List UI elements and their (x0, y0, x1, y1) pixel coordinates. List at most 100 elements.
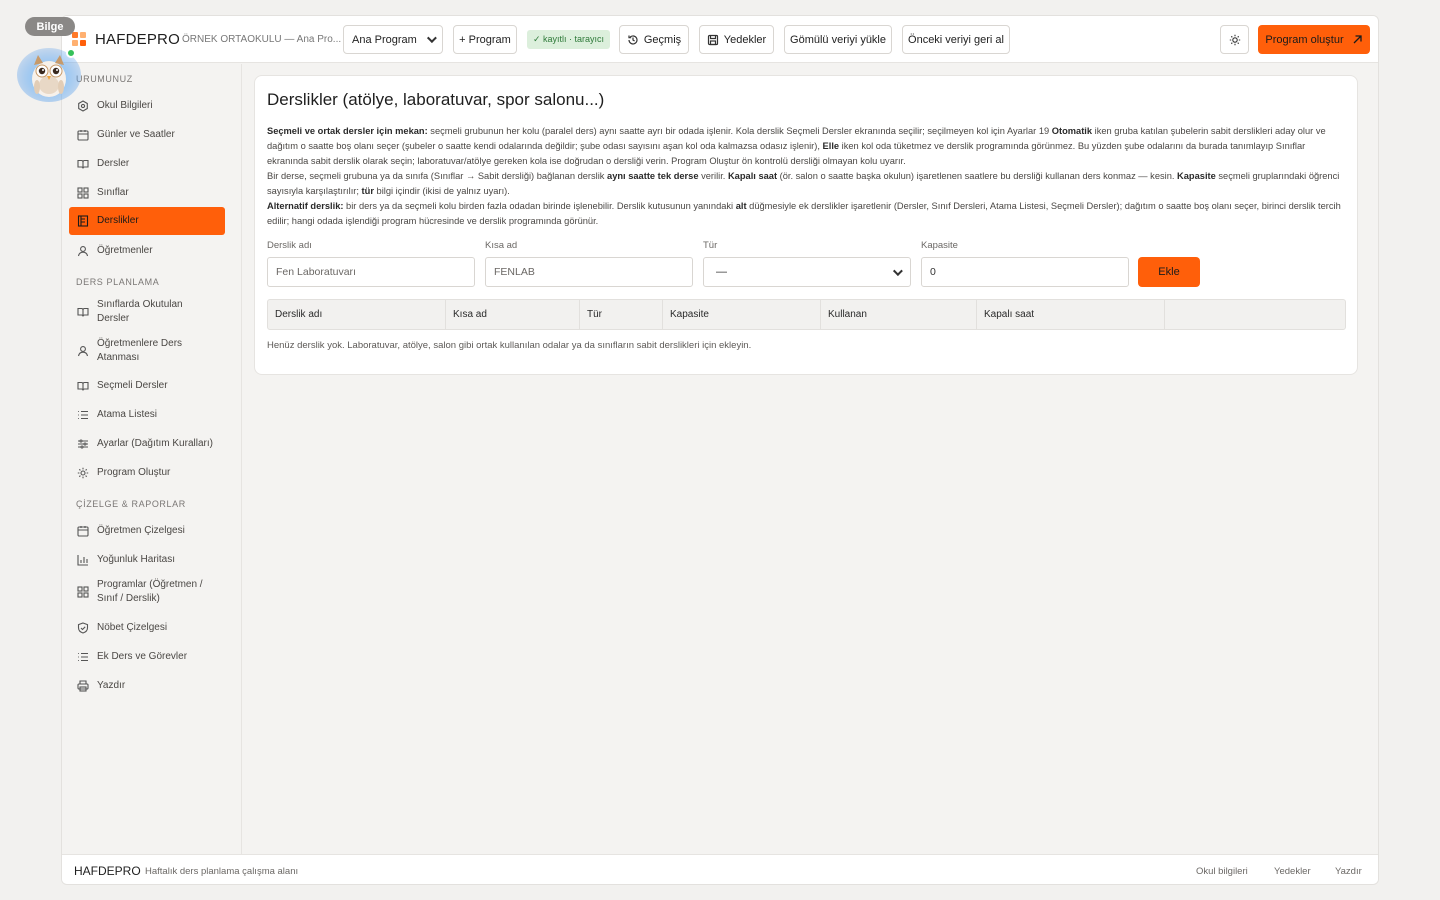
column-header-actions (1165, 300, 1345, 329)
book-icon (77, 381, 89, 391)
sidebar-item-classes[interactable]: Sınıflar (69, 184, 225, 202)
school-name: ÖRNEK ORTAOKULU — Ana Pro... (182, 34, 342, 45)
short-name-label: Kısa ad (485, 240, 518, 251)
desc-bold: Otomatik (1051, 126, 1093, 136)
new-program-button[interactable]: + Program (453, 25, 517, 54)
type-select[interactable]: — (703, 257, 911, 287)
sidebar-item-label: Öğretmen Çizelgesi (97, 525, 185, 536)
sidebar-item-label: Yoğunluk Haritası (97, 554, 176, 565)
footer-link-school-info[interactable]: Okul bilgileri (1196, 866, 1248, 877)
column-header-used-by[interactable]: Kullanan (821, 300, 977, 329)
column-header-type[interactable]: Tür (580, 300, 663, 329)
desc-bold: alt (735, 201, 747, 211)
sidebar-item-teachers[interactable]: Öğretmenler (69, 242, 225, 260)
sidebar-item-extra-lessons[interactable]: Ek Ders ve Görevler (69, 648, 225, 666)
grid-icon (77, 187, 89, 199)
column-header-capacity[interactable]: Kapasite (663, 300, 821, 329)
room-name-input[interactable] (267, 257, 475, 287)
sidebar-item-label: Program Oluştur (97, 467, 171, 478)
rooms-table-header: Derslik adı Kısa ad Tür Kapasite Kullana… (267, 299, 1346, 330)
sidebar: URUMUNUZ Okul Bilgileri Günler ve Saatle… (62, 64, 242, 854)
sidebar-item-duty-schedule[interactable]: Nöbet Çizelgesi (69, 619, 225, 637)
column-header-short-name[interactable]: Kısa ad (446, 300, 580, 329)
add-room-button[interactable]: Ekle (1138, 257, 1200, 287)
footer-link-print[interactable]: Yazdır (1335, 866, 1362, 877)
footer-brand: HAFDEPRO (74, 864, 141, 878)
sidebar-section-planning: DERS PLANLAMA (76, 277, 160, 287)
short-name-input[interactable] (485, 257, 693, 287)
sidebar-item-assignment-list[interactable]: Atama Listesi (69, 406, 225, 424)
footer-tagline: Haftalık ders planlama çalışma alanı (145, 866, 299, 877)
sidebar-item-label: Dersler (97, 158, 130, 169)
sidebar-item-label: Günler ve Saatler (97, 129, 175, 140)
description-paragraph-1: Seçmeli ve ortak dersler için mekan: seç… (267, 124, 1343, 169)
sidebar-item-teacher-schedule[interactable]: Öğretmen Çizelgesi (69, 522, 225, 540)
room-icon (77, 215, 89, 227)
sidebar-item-settings-rules[interactable]: Ayarlar (Dağıtım Kuralları) (69, 435, 225, 453)
sidebar-item-electives[interactable]: Seçmeli Dersler (69, 377, 225, 395)
backups-button[interactable]: Yedekler (699, 25, 774, 54)
sliders-icon (78, 439, 88, 449)
create-program-button[interactable]: Program oluştur (1258, 25, 1370, 54)
description-paragraph-2: Bir derse, seçmeli grubuna ya da sınıfa … (267, 169, 1343, 199)
sidebar-item-school-info[interactable]: Okul Bilgileri (69, 97, 225, 115)
sidebar-item-create-program[interactable]: Program Oluştur (69, 464, 225, 482)
sidebar-item-class-courses[interactable]: Sınıflarda Okutulan Dersler (69, 298, 225, 326)
desc-bold: Alternatif derslik: (267, 201, 344, 211)
cog-icon (77, 467, 89, 479)
desc-text: seçmeli grubunun her kolu (paralel ders)… (427, 126, 1052, 136)
create-program-label: Program oluştur (1265, 33, 1344, 46)
theme-toggle-button[interactable] (1220, 25, 1249, 54)
sidebar-item-label: Atama Listesi (97, 409, 158, 420)
sidebar-item-print[interactable]: Yazdır (69, 677, 225, 695)
calendar-icon (77, 130, 89, 141)
sidebar-item-days-hours[interactable]: Günler ve Saatler (69, 126, 225, 144)
user-icon (77, 246, 89, 257)
sidebar-item-teacher-assignment[interactable]: Öğretmenlere Ders Atanması (69, 337, 225, 365)
backups-label: Yedekler (723, 33, 767, 46)
save-icon (707, 34, 718, 45)
bar-chart-icon (77, 555, 88, 566)
sidebar-item-rooms[interactable]: Derslikler (69, 207, 225, 235)
sidebar-section-setup: URUMUNUZ (76, 74, 133, 84)
empty-table-message: Henüz derslik yok. Laboratuvar, atölye, … (267, 340, 752, 351)
sidebar-item-label: Nöbet Çizelgesi (97, 622, 168, 633)
brand-name: HAFDEPRO (95, 31, 180, 48)
chevron-down-icon (892, 265, 903, 276)
desc-bold: Elle (822, 141, 840, 151)
list-icon (78, 652, 88, 662)
sidebar-item-label: Programlar (Öğretmen / Sınıf / Derslik) (97, 579, 203, 604)
desc-bold: aynı saatte tek derse (607, 171, 699, 181)
desc-text: bilgi içindir (ikisi de yalnız uyarı). (373, 186, 510, 196)
desc-text: bir ders ya da seçmeli kolu birden fazla… (343, 201, 736, 211)
sidebar-item-label: Derslikler (97, 215, 139, 226)
rooms-card: Derslikler (atölye, laboratuvar, spor sa… (254, 75, 1358, 375)
column-header-closed-hours[interactable]: Kapalı saat (977, 300, 1165, 329)
footer-link-backups[interactable]: Yedekler (1274, 866, 1311, 877)
sidebar-item-label: Öğretmenler (97, 245, 153, 256)
sidebar-item-label: Yazdır (97, 680, 126, 691)
program-select[interactable]: Ana Program (343, 25, 443, 54)
sidebar-item-density-map[interactable]: Yoğunluk Haritası (69, 551, 225, 569)
top-bar: HAFDEPRO ÖRNEK ORTAOKULU — Ana Pro... An… (62, 16, 1378, 63)
sidebar-item-programs[interactable]: Programlar (Öğretmen / Sınıf / Derslik) (69, 578, 225, 606)
load-embedded-button[interactable]: Gömülü veriyi yükle (784, 25, 892, 54)
rooms-description: Seçmeli ve ortak dersler için mekan: seç… (267, 124, 1343, 229)
capacity-input[interactable] (921, 257, 1129, 287)
program-select-value: Ana Program (352, 33, 417, 46)
desc-text: Bir derse, seçmeli grubuna ya da sınıfa … (267, 171, 608, 181)
page-title: Derslikler (atölye, laboratuvar, spor sa… (267, 90, 605, 109)
sidebar-item-label: Seçmeli Dersler (97, 380, 168, 391)
mascot-name-bubble[interactable]: Bilge (25, 17, 75, 36)
history-button[interactable]: Geçmiş (619, 25, 689, 54)
column-header-room-name[interactable]: Derslik adı (268, 300, 446, 329)
app-window: HAFDEPRO ÖRNEK ORTAOKULU — Ana Pro... An… (61, 15, 1379, 885)
user-icon (77, 346, 89, 357)
sidebar-item-label: Öğretmenlere Ders Atanması (97, 338, 183, 363)
save-status-badge: ✓ kayıtlı · tarayıcı (527, 30, 611, 49)
calendar-icon (77, 526, 89, 537)
room-name-label: Derslik adı (267, 240, 312, 251)
sidebar-item-courses[interactable]: Dersler (69, 155, 225, 173)
restore-previous-button[interactable]: Önceki veriyi geri al (902, 25, 1010, 54)
capacity-label: Kapasite (921, 240, 958, 251)
